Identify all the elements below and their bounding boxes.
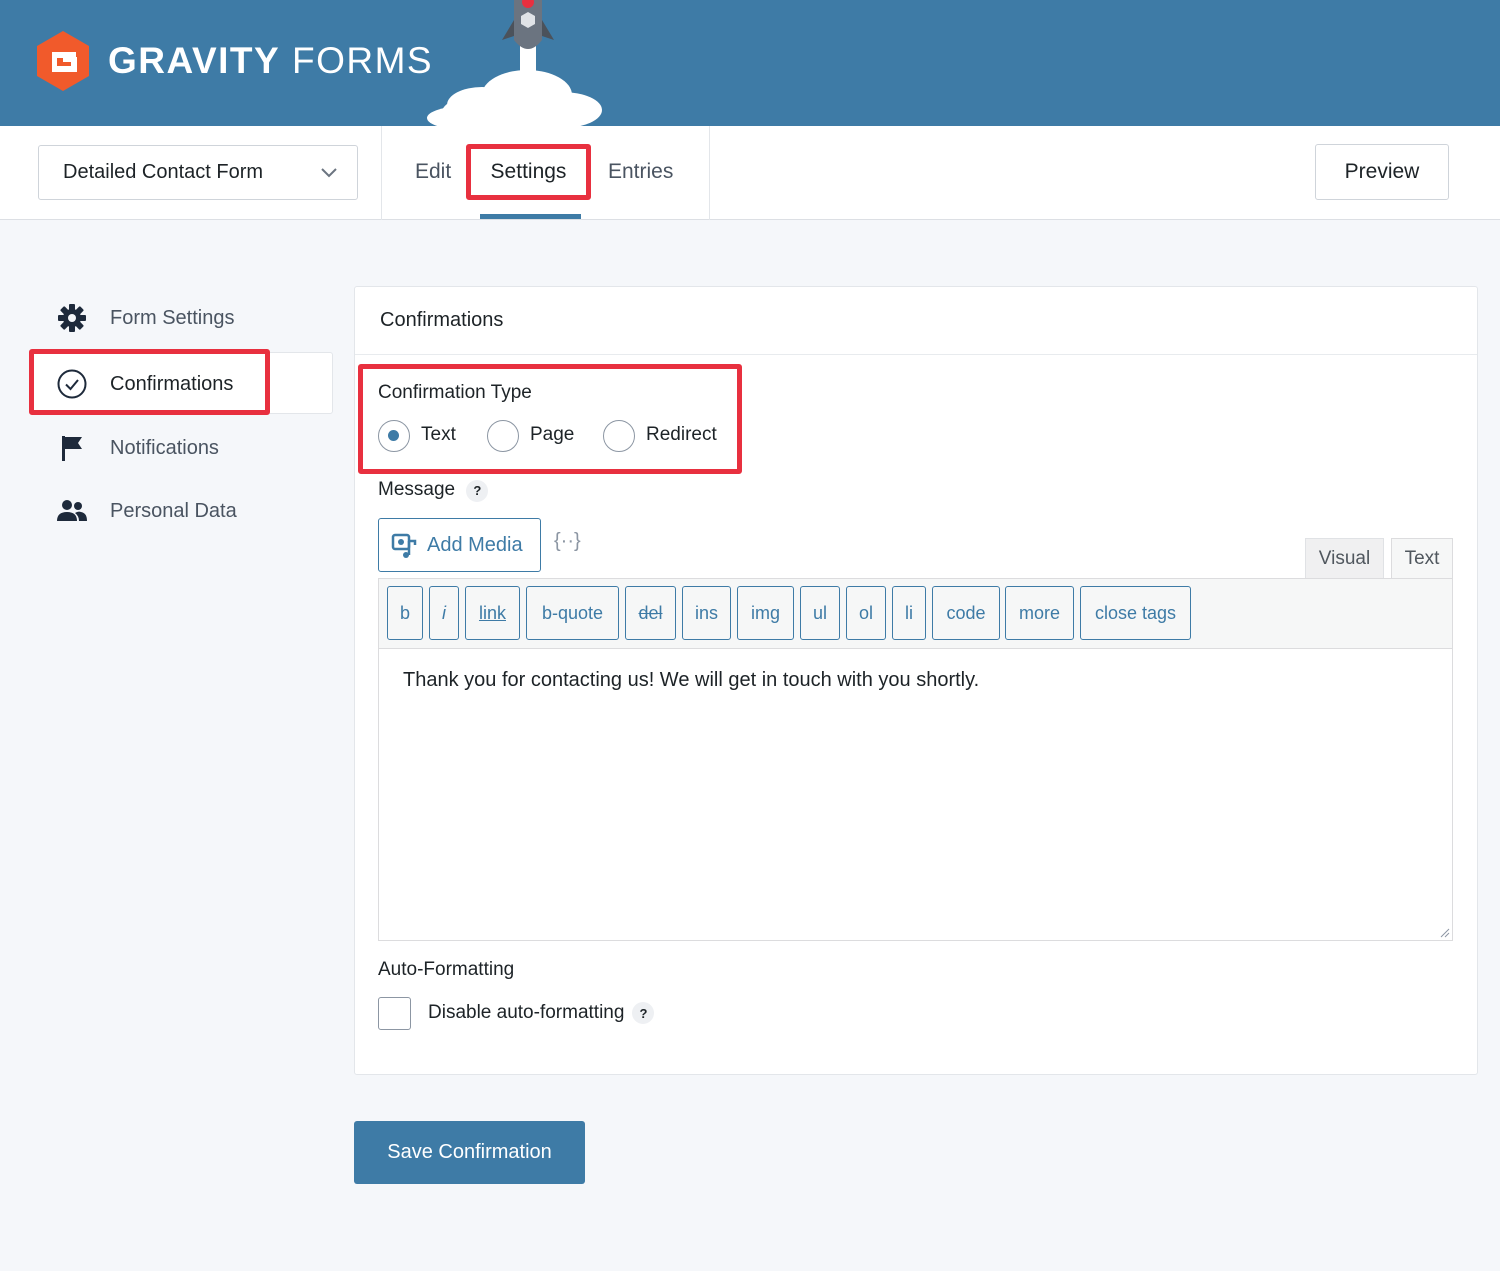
radio-page[interactable] bbox=[487, 420, 519, 452]
add-media-label: Add Media bbox=[427, 533, 523, 556]
sidebar-item-notifications[interactable]: Notifications bbox=[56, 432, 219, 464]
preview-button[interactable]: Preview bbox=[1315, 144, 1449, 200]
quicktag-img-button[interactable]: img bbox=[737, 586, 794, 640]
confirmation-type-label: Confirmation Type bbox=[378, 382, 532, 403]
sidebar-item-personal-data[interactable]: Personal Data bbox=[56, 495, 237, 527]
radio-text[interactable] bbox=[378, 420, 410, 452]
message-editor-textarea[interactable]: Thank you for contacting us! We will get… bbox=[378, 648, 1453, 941]
quicktag-del-button[interactable]: del bbox=[625, 586, 676, 640]
confirmations-highlight-box bbox=[29, 349, 270, 415]
quicktag-code-button[interactable]: code bbox=[932, 586, 1000, 640]
brand-name-bold: GRAVITY bbox=[108, 40, 281, 81]
editor-tab-text[interactable]: Text bbox=[1391, 538, 1453, 578]
radio-page-label: Page bbox=[530, 424, 575, 445]
sidebar-item-label: Notifications bbox=[110, 436, 219, 459]
message-label: Message bbox=[378, 479, 456, 500]
quicktag-link-button[interactable]: link bbox=[465, 586, 520, 640]
quicktag-bold-button[interactable]: b bbox=[387, 586, 423, 640]
quicktag-more-button[interactable]: more bbox=[1005, 586, 1074, 640]
radio-redirect[interactable] bbox=[603, 420, 635, 452]
form-selector-dropdown[interactable]: Detailed Contact Form bbox=[38, 145, 358, 200]
quicktag-ins-button[interactable]: ins bbox=[682, 586, 731, 640]
header-banner: GRAVITY FORMS bbox=[0, 0, 1500, 126]
editor-tab-visual[interactable]: Visual bbox=[1305, 538, 1384, 578]
gear-icon bbox=[56, 302, 88, 334]
panel-divider bbox=[355, 354, 1477, 355]
gravity-forms-logo-icon bbox=[37, 31, 89, 91]
radio-redirect-label: Redirect bbox=[646, 424, 717, 445]
quicktag-italic-button[interactable]: i bbox=[429, 586, 459, 640]
people-icon bbox=[56, 495, 88, 527]
message-label-row: Message ? bbox=[378, 479, 489, 502]
disable-auto-formatting-label: Disable auto-formatting bbox=[428, 1002, 625, 1023]
tab-entries[interactable]: Entries bbox=[608, 160, 673, 184]
help-icon[interactable]: ? bbox=[632, 1002, 655, 1024]
active-tab-indicator bbox=[480, 214, 581, 219]
toolbar-divider bbox=[709, 126, 710, 220]
merge-tag-icon[interactable]: {··} bbox=[554, 530, 588, 560]
rocket-illustration-icon bbox=[427, 0, 602, 126]
chevron-down-icon bbox=[321, 168, 337, 178]
confirmation-type-highlight-box bbox=[358, 364, 742, 474]
auto-formatting-label: Auto-Formatting bbox=[378, 959, 515, 980]
brand-name: GRAVITY FORMS bbox=[108, 40, 433, 82]
help-icon[interactable]: ? bbox=[466, 479, 489, 502]
form-selector-value: Detailed Contact Form bbox=[63, 161, 264, 183]
panel-title: Confirmations bbox=[380, 309, 504, 331]
media-icon bbox=[391, 533, 417, 558]
quicktag-bquote-button[interactable]: b-quote bbox=[526, 586, 619, 640]
tab-settings[interactable]: Settings bbox=[466, 144, 591, 200]
sidebar-item-label: Form Settings bbox=[110, 306, 235, 329]
resize-handle-icon[interactable] bbox=[1440, 928, 1450, 938]
auto-formatting-row: Disable auto-formatting ? bbox=[428, 1002, 655, 1024]
radio-text-label: Text bbox=[421, 424, 456, 445]
brand-name-light: FORMS bbox=[292, 40, 434, 81]
flag-icon bbox=[56, 432, 88, 464]
toolbar-divider bbox=[381, 126, 382, 220]
quicktag-ol-button[interactable]: ol bbox=[846, 586, 886, 640]
disable-auto-formatting-checkbox[interactable] bbox=[378, 997, 411, 1030]
message-content: Thank you for contacting us! We will get… bbox=[403, 669, 980, 691]
quicktag-li-button[interactable]: li bbox=[892, 586, 926, 640]
quicktag-close-tags-button[interactable]: close tags bbox=[1080, 586, 1191, 640]
quicktag-ul-button[interactable]: ul bbox=[800, 586, 840, 640]
form-toolbar: Detailed Contact Form Edit Settings Entr… bbox=[0, 126, 1500, 220]
sidebar-item-form-settings[interactable]: Form Settings bbox=[56, 302, 234, 334]
tab-edit[interactable]: Edit bbox=[415, 160, 451, 184]
add-media-button[interactable]: Add Media bbox=[378, 518, 541, 572]
save-confirmation-button[interactable]: Save Confirmation bbox=[354, 1121, 585, 1184]
sidebar-item-label: Personal Data bbox=[110, 499, 237, 522]
